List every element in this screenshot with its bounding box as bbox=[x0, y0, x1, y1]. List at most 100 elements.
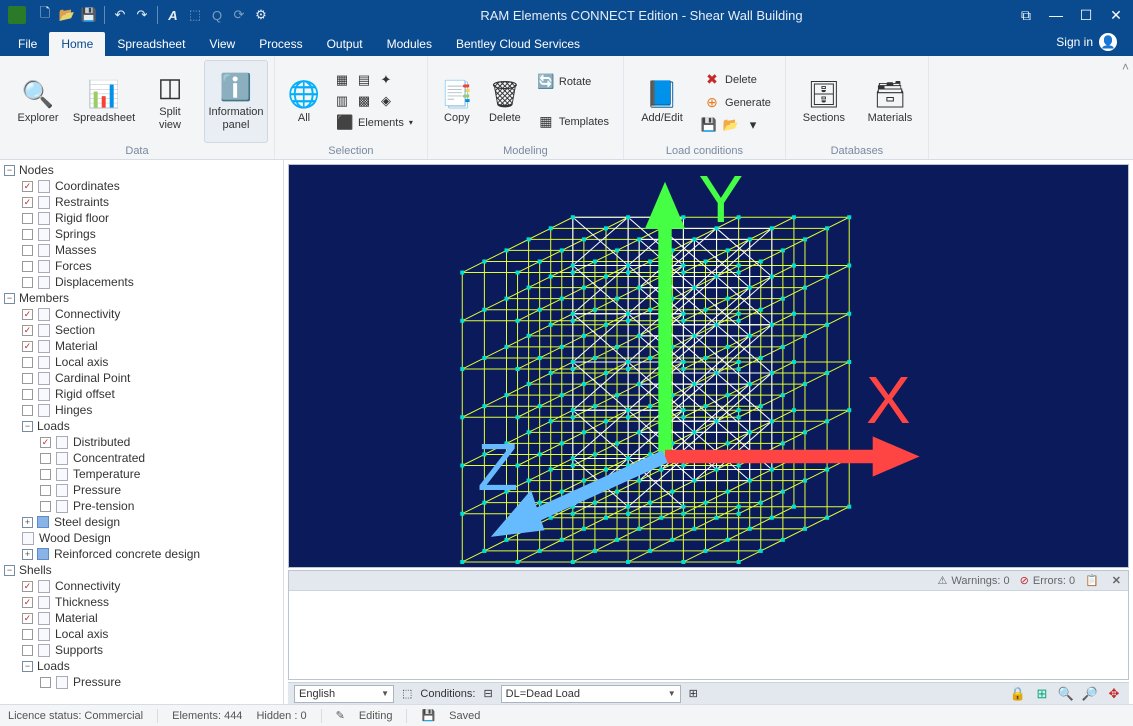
sections-button[interactable]: 🗄 Sections bbox=[792, 60, 856, 143]
tab-home[interactable]: Home bbox=[49, 32, 105, 56]
tree-checkbox[interactable] bbox=[22, 245, 33, 256]
ribbon-collapse-icon[interactable]: ˄ bbox=[1122, 60, 1129, 74]
tree-node[interactable]: Forces bbox=[0, 258, 283, 274]
tree-checkbox[interactable]: ✓ bbox=[22, 197, 33, 208]
tree-node[interactable]: ✓Coordinates bbox=[0, 178, 283, 194]
tree-checkbox[interactable] bbox=[22, 373, 33, 384]
save-icon[interactable]: 💾 bbox=[80, 6, 98, 24]
tree-checkbox[interactable] bbox=[40, 501, 51, 512]
pan-icon[interactable]: ✥ bbox=[1105, 685, 1123, 703]
zoom-in-icon[interactable]: 🔎 bbox=[1081, 685, 1099, 703]
tree-checkbox[interactable]: ✓ bbox=[22, 597, 33, 608]
redo-icon[interactable]: ↷ bbox=[133, 6, 151, 24]
tree-node[interactable]: Local axis bbox=[0, 354, 283, 370]
sign-in-button[interactable]: Sign in 👤 bbox=[1046, 28, 1127, 56]
tree-checkbox[interactable]: ✓ bbox=[22, 341, 33, 352]
tree-checkbox[interactable]: ✓ bbox=[22, 181, 33, 192]
open-icon[interactable]: 📂 bbox=[58, 6, 76, 24]
load-icon-3[interactable]: ▾ bbox=[744, 116, 762, 134]
message-body[interactable] bbox=[289, 591, 1128, 679]
tree-checkbox[interactable]: ✓ bbox=[40, 437, 51, 448]
tree-node[interactable]: − Members bbox=[0, 290, 283, 306]
tree-node[interactable]: Cardinal Point bbox=[0, 370, 283, 386]
sel-icon-3[interactable]: ✦ bbox=[377, 71, 395, 89]
tree-node[interactable]: ✓Distributed bbox=[0, 434, 283, 450]
tree-node[interactable]: Temperature bbox=[0, 466, 283, 482]
load-icon-2[interactable]: 📂 bbox=[722, 116, 740, 134]
model-viewport[interactable]: Y X Z bbox=[288, 164, 1129, 568]
tree-checkbox[interactable] bbox=[40, 453, 51, 464]
errors-stat[interactable]: ⊘Errors: 0 bbox=[1020, 574, 1075, 587]
tree-toggle[interactable]: + bbox=[22, 549, 33, 560]
explorer-button[interactable]: 🔍 Explorer bbox=[6, 60, 70, 143]
warnings-stat[interactable]: ⚠Warnings: 0 bbox=[938, 574, 1010, 587]
language-combo[interactable]: English▼ bbox=[294, 685, 394, 703]
tree-node[interactable]: Displacements bbox=[0, 274, 283, 290]
tree-node[interactable]: ✓Section bbox=[0, 322, 283, 338]
select-all-button[interactable]: 🌐 All bbox=[281, 60, 327, 143]
load-icon-1[interactable]: 💾 bbox=[700, 116, 718, 134]
sel-icon-6[interactable]: ◈ bbox=[377, 92, 395, 110]
tree-checkbox[interactable]: ✓ bbox=[22, 309, 33, 320]
tree-toggle[interactable]: − bbox=[4, 293, 15, 304]
copy-button[interactable]: 📑 Copy bbox=[434, 60, 480, 143]
tree-node[interactable]: Pre-tension bbox=[0, 498, 283, 514]
undo-icon[interactable]: ↶ bbox=[111, 6, 129, 24]
tree-checkbox[interactable]: ✓ bbox=[22, 613, 33, 624]
tree-node[interactable]: Masses bbox=[0, 242, 283, 258]
action-icon-1[interactable]: ⬚ bbox=[186, 6, 204, 24]
tree-checkbox[interactable] bbox=[22, 357, 33, 368]
load-delete-button[interactable]: ✖ Delete bbox=[700, 70, 775, 90]
tree-checkbox[interactable] bbox=[40, 485, 51, 496]
tree-node[interactable]: Concentrated bbox=[0, 450, 283, 466]
tree-checkbox[interactable] bbox=[22, 213, 33, 224]
tab-spreadsheet[interactable]: Spreadsheet bbox=[105, 32, 197, 56]
tool-icon-1[interactable]: ⬚ bbox=[402, 687, 412, 700]
tree-checkbox[interactable] bbox=[22, 389, 33, 400]
tree-node[interactable]: Pressure bbox=[0, 674, 283, 690]
tree-node[interactable]: Rigid floor bbox=[0, 210, 283, 226]
tree-node[interactable]: ✓Thickness bbox=[0, 594, 283, 610]
tree-node[interactable]: +Steel design bbox=[0, 514, 283, 530]
tree-checkbox[interactable] bbox=[22, 629, 33, 640]
copy-msg-icon[interactable]: 📋 bbox=[1085, 574, 1099, 587]
prev-cond-icon[interactable]: ⊟ bbox=[483, 687, 492, 700]
tree-node[interactable]: Rigid offset bbox=[0, 386, 283, 402]
bold-a-icon[interactable]: A bbox=[164, 6, 182, 24]
lock-icon[interactable]: 🔒 bbox=[1009, 685, 1027, 703]
tree-toggle[interactable]: − bbox=[22, 421, 33, 432]
tree-node[interactable]: Hinges bbox=[0, 402, 283, 418]
restore-icon[interactable]: ⧉ bbox=[1013, 4, 1039, 26]
elements-dropdown[interactable]: ⬛ Elements ▾ bbox=[333, 113, 417, 133]
tree-node[interactable]: ✓Connectivity bbox=[0, 578, 283, 594]
tab-file[interactable]: File bbox=[6, 32, 49, 56]
tree-checkbox[interactable] bbox=[40, 469, 51, 480]
next-cond-icon[interactable]: ⊞ bbox=[689, 687, 698, 700]
sel-icon-1[interactable]: ▦ bbox=[333, 71, 351, 89]
maximize-icon[interactable]: ☐ bbox=[1073, 4, 1099, 26]
tab-modules[interactable]: Modules bbox=[375, 32, 444, 56]
refresh-icon[interactable]: ⟳ bbox=[230, 6, 248, 24]
tree-node[interactable]: +Reinforced concrete design bbox=[0, 546, 283, 562]
tab-output[interactable]: Output bbox=[315, 32, 375, 56]
tree-toggle[interactable]: − bbox=[4, 165, 15, 176]
tree-node[interactable]: ✓Material bbox=[0, 610, 283, 626]
tree-checkbox[interactable] bbox=[22, 229, 33, 240]
tab-cloud[interactable]: Bentley Cloud Services bbox=[444, 32, 592, 56]
tab-view[interactable]: View bbox=[197, 32, 247, 56]
spreadsheet-button[interactable]: 📊 Spreadsheet bbox=[72, 60, 136, 143]
minimize-icon[interactable]: — bbox=[1043, 4, 1069, 26]
explorer-panel[interactable]: − Nodes✓Coordinates✓RestraintsRigid floo… bbox=[0, 160, 284, 704]
tree-checkbox[interactable] bbox=[22, 645, 33, 656]
add-edit-button[interactable]: 📘 Add/Edit bbox=[630, 60, 694, 143]
tab-process[interactable]: Process bbox=[247, 32, 314, 56]
tree-node[interactable]: Wood Design bbox=[0, 530, 283, 546]
sel-icon-4[interactable]: ▥ bbox=[333, 92, 351, 110]
new-icon[interactable]: 🗋 bbox=[36, 6, 54, 24]
delete-button[interactable]: 🗑 Delete bbox=[482, 60, 528, 143]
ortho-icon[interactable]: ⊞ bbox=[1033, 685, 1051, 703]
tree-node[interactable]: Local axis bbox=[0, 626, 283, 642]
materials-button[interactable]: 🗃 Materials bbox=[858, 60, 922, 143]
tree-checkbox[interactable] bbox=[22, 277, 33, 288]
sel-icon-5[interactable]: ▩ bbox=[355, 92, 373, 110]
